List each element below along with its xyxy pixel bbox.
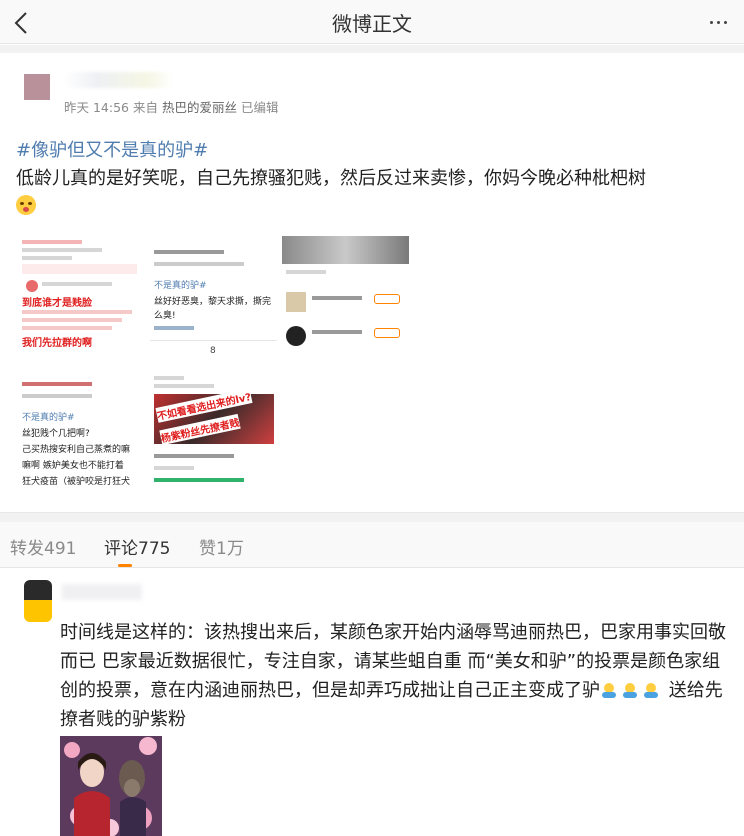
divider	[0, 45, 744, 53]
commenter-name-blurred[interactable]	[62, 584, 142, 600]
divider	[0, 512, 744, 522]
top-navigation-bar: 微博正文	[0, 0, 744, 44]
comment-image[interactable]	[60, 736, 162, 836]
post-image-2[interactable]: 不是真的驴# 丝好好恶臭，黎天求撕，撕完 么臭! 8	[150, 236, 277, 363]
more-options-button[interactable]	[704, 8, 734, 36]
page-title: 微博正文	[332, 12, 412, 36]
post-hashtag[interactable]: #像驴但又不是真的驴#	[16, 140, 208, 161]
post-text: 低龄儿真的是好笑呢，自己先撩骚犯贱，然后反过来卖惨，你妈今晚必种枇杷树	[16, 168, 646, 189]
image-4-line-4: 嘛啊 嫉妒美女也不能打着	[22, 461, 124, 471]
post-source[interactable]: 热巴的爱丽丝	[162, 100, 237, 115]
interaction-tabs: 转发491 评论775 赞1万	[0, 522, 744, 568]
commenter-avatar[interactable]	[24, 580, 52, 622]
tab-comments[interactable]: 评论775	[104, 534, 170, 559]
tab-repost[interactable]: 转发491	[10, 534, 76, 559]
post-body: #像驴但又不是真的驴# 低龄儿真的是好笑呢，自己先撩骚犯贱，然后反过来卖惨，你妈…	[16, 137, 732, 221]
image-4-line-2: 丝犯贱个几把啊?	[22, 429, 90, 439]
comment-text: 时间线是这样的：该热搜出来后，某颜色家开始内涵辱骂迪丽热巴，巴家用事实回敬而已 …	[60, 618, 734, 734]
post-image-1[interactable]: 到底谁才是贱脸 我们先拉群的啊	[18, 236, 145, 363]
image-2-line-1: 不是真的驴#	[154, 281, 207, 291]
image-4-line-3: 己买热搜安利自己蒸煮的嘛	[22, 445, 131, 455]
post-image-3[interactable]	[282, 236, 409, 363]
image-2-count: 8	[210, 346, 216, 356]
image-2-line-4: 么臭!	[154, 311, 176, 321]
image-2-line-3: 丝好好恶臭，黎天求撕，撕完	[154, 297, 272, 307]
post-edited-label: 已编辑	[240, 100, 279, 115]
image-4-line-1: 不是真的驴#	[22, 413, 75, 423]
post-meta: 昨天 14:56 来自 热巴的爱丽丝 已编辑	[64, 97, 279, 116]
tab-likes[interactable]: 赞1万	[199, 534, 244, 559]
author-name-blurred[interactable]	[64, 72, 174, 88]
more-dots-icon	[710, 21, 713, 24]
active-tab-indicator	[118, 564, 132, 567]
post-from-label: 来自	[132, 100, 158, 115]
hands-emoji-icon	[600, 680, 663, 701]
post-image-4[interactable]: 不是真的驴# 丝犯贱个几把啊? 己买热搜安利自己蒸煮的嘛 嘛啊 嫉妒美女也不能打…	[18, 370, 145, 497]
author-avatar[interactable]	[24, 74, 50, 100]
post-image-5[interactable]: 不如看看选出来的lv? 杨紫粉丝先撩者贱	[150, 370, 277, 497]
image-1-red-caption-1: 到底谁才是贱脸	[22, 298, 92, 309]
post-time: 昨天 14:56	[64, 100, 129, 115]
scream-emoji-icon	[16, 195, 36, 215]
image-4-line-5: 狂犬疫苗（被驴咬是打狂犬	[22, 477, 131, 487]
post-image-grid: 到底谁才是贱脸 我们先拉群的啊 不是真的驴# 丝好好恶臭，黎天求撕，撕完 么臭!…	[18, 236, 410, 498]
image-1-red-caption-2: 我们先拉群的啊	[22, 338, 92, 349]
post-header: 昨天 14:56 来自 热巴的爱丽丝 已编辑	[0, 66, 744, 116]
